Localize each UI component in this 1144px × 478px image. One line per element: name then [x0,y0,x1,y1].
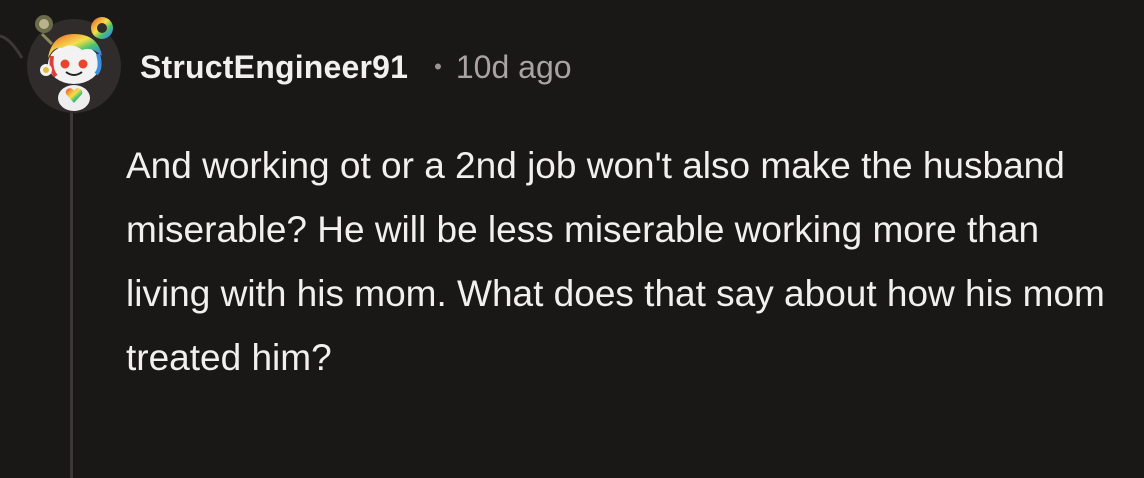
comment-header: StructEngineer91 • 10d ago [140,42,572,92]
snoo-avatar-icon[interactable] [22,12,122,114]
thread-line[interactable] [70,112,73,478]
comment-body: And working ot or a 2nd job won't also m… [126,145,1105,378]
comment-author-link[interactable]: StructEngineer91 [140,49,408,86]
meta-separator: • [434,54,442,79]
comment-timestamp[interactable]: 10d ago [456,49,572,86]
